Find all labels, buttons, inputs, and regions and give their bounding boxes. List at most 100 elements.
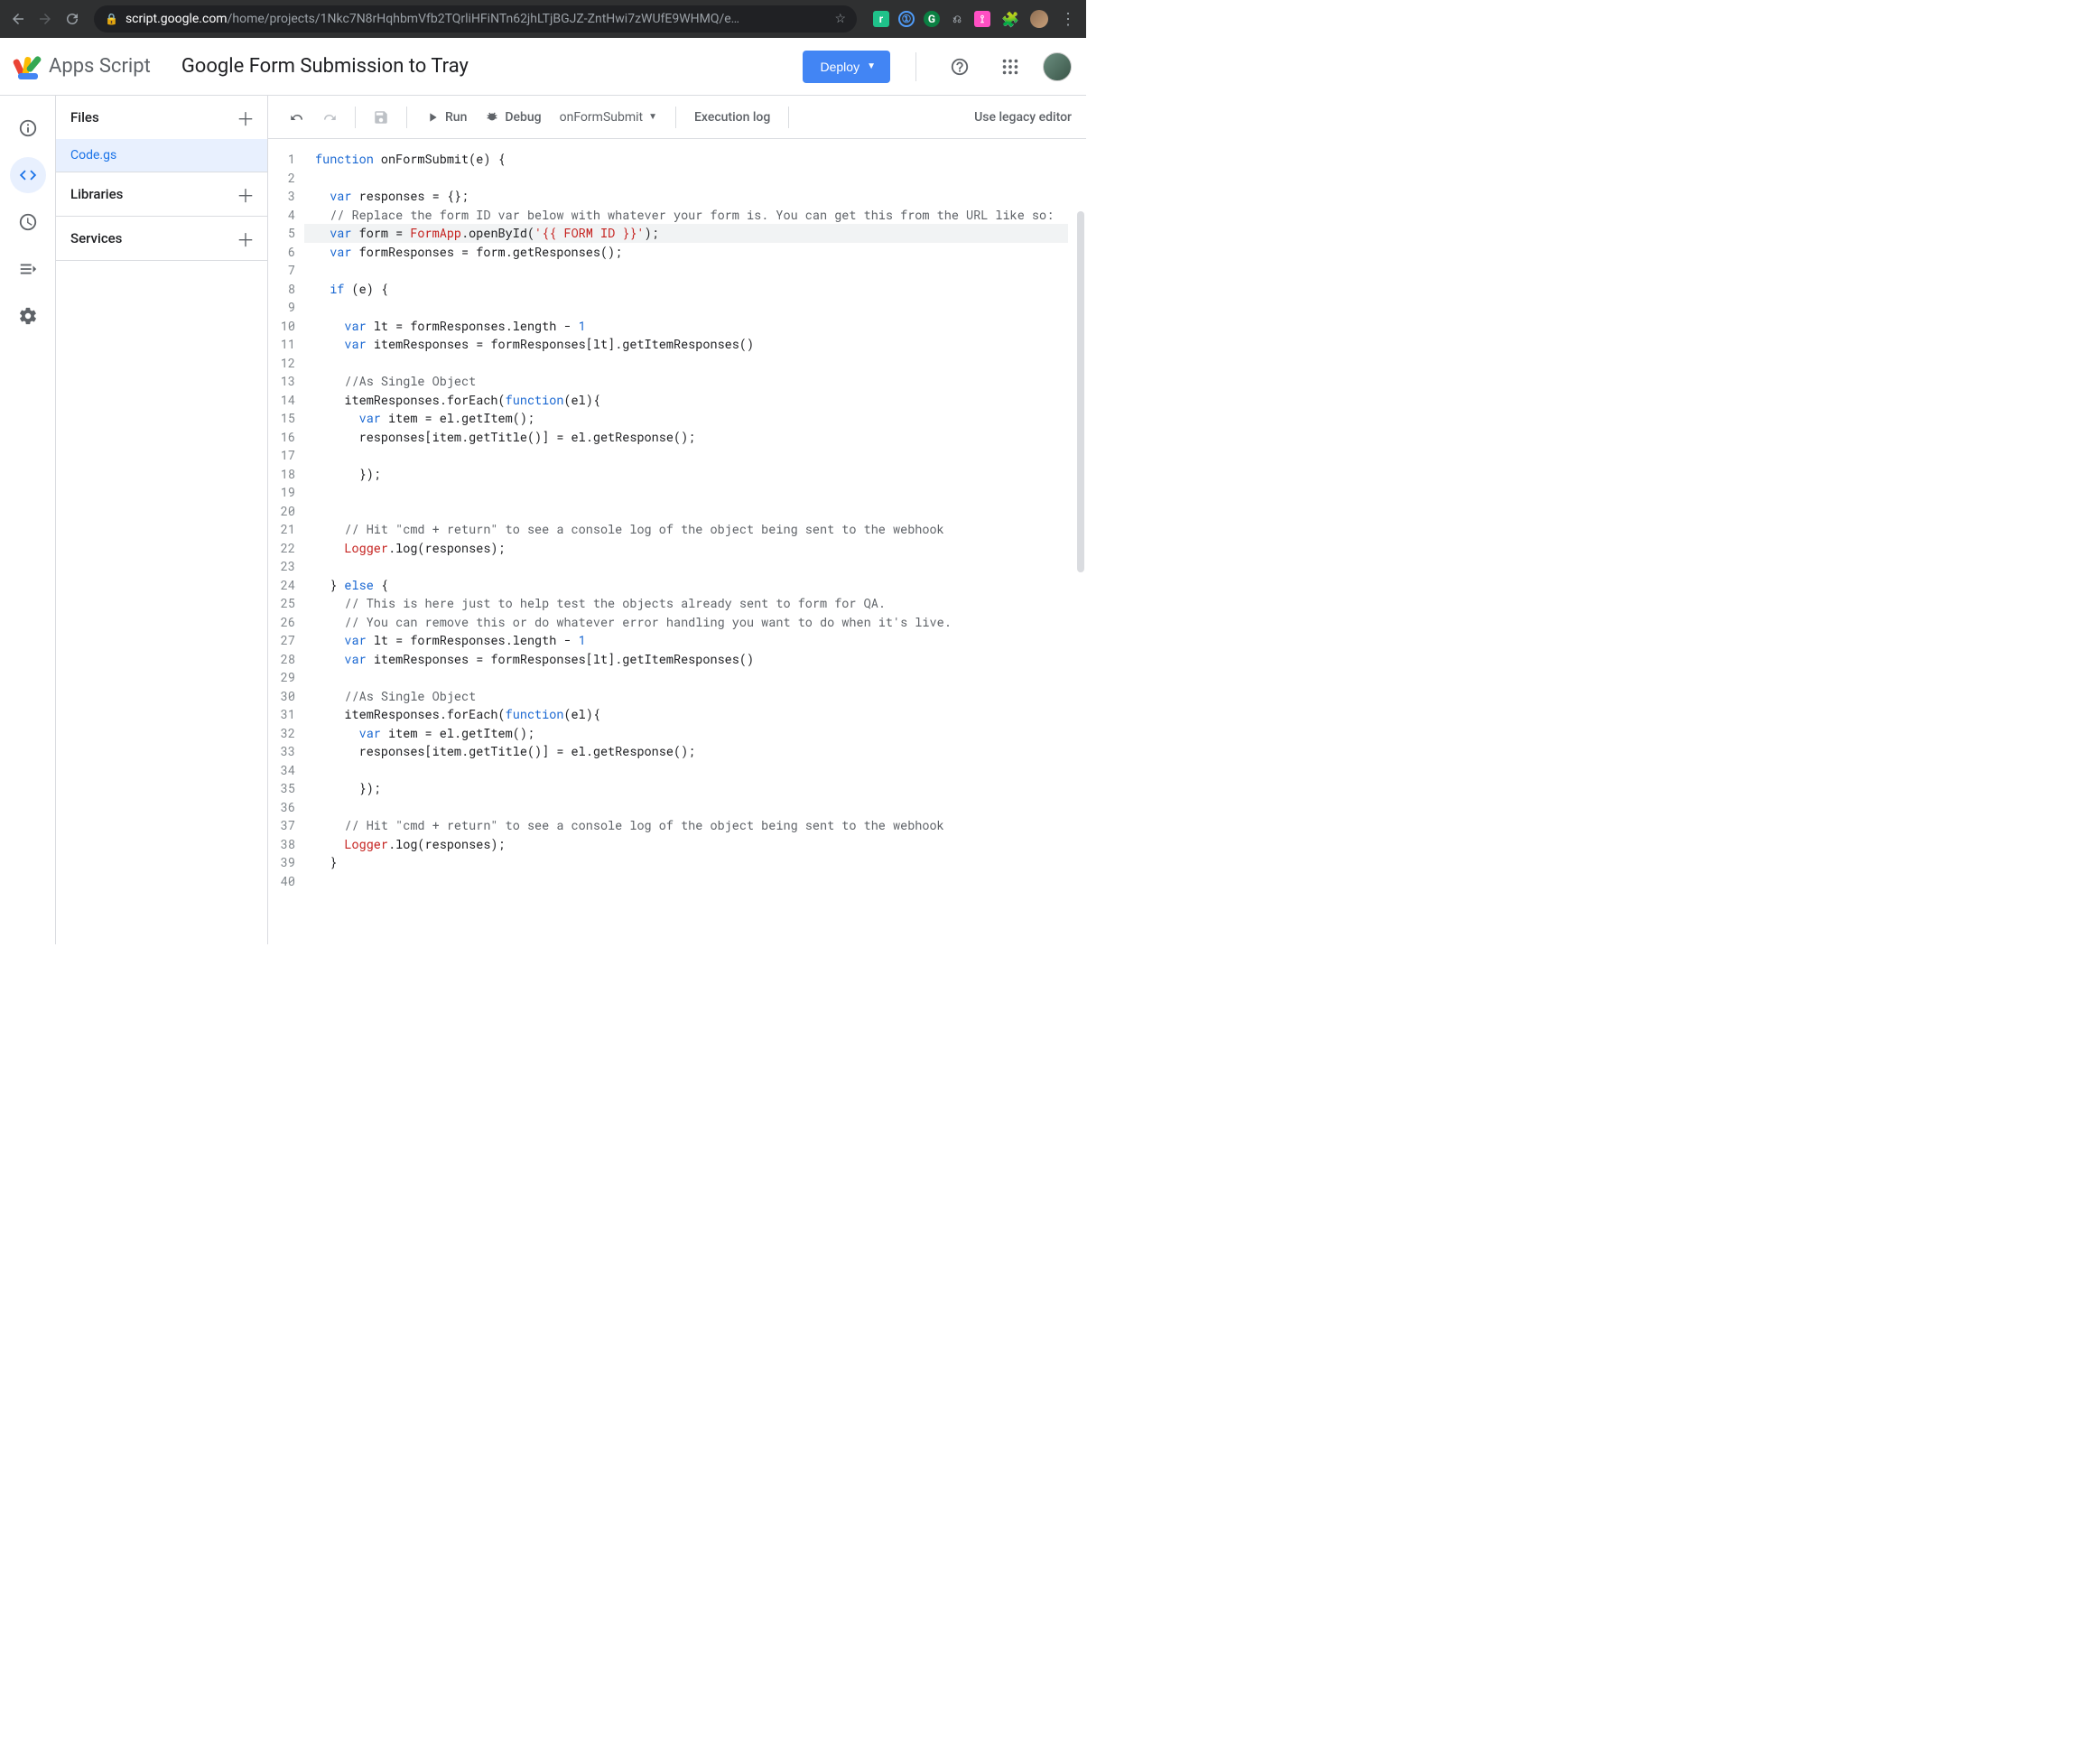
code-line[interactable]: var item = el.getItem(); xyxy=(304,409,1068,428)
url-path: /home/projects/1Nkc7N8rHqhbmVfb2TQrliHFi… xyxy=(228,12,739,26)
code-line[interactable] xyxy=(304,169,1068,188)
bug-icon xyxy=(485,110,499,125)
code-line[interactable]: //As Single Object xyxy=(304,687,1068,706)
code-line[interactable] xyxy=(304,557,1068,576)
libraries-label: Libraries xyxy=(70,186,123,202)
extensions-row: r ① G ⎌ ⟟ 🧩 ⋮ xyxy=(873,8,1079,30)
apps-grid-icon[interactable] xyxy=(992,49,1028,85)
run-button[interactable]: Run xyxy=(418,103,474,132)
code-line[interactable] xyxy=(304,872,1068,891)
project-title[interactable]: Google Form Submission to Tray xyxy=(181,55,469,78)
file-name: Code.gs xyxy=(70,148,116,163)
reload-icon[interactable] xyxy=(61,8,83,30)
ext-icon-1[interactable]: r xyxy=(873,11,889,27)
browser-chrome: 🔒 script.google.com/home/projects/1Nkc7N… xyxy=(0,0,1086,38)
code-line[interactable] xyxy=(304,761,1068,780)
code-line[interactable]: // This is here just to help test the ob… xyxy=(304,594,1068,613)
code-line[interactable]: var form = FormApp.openById('{{ FORM ID … xyxy=(304,224,1068,243)
save-icon xyxy=(367,103,395,132)
code-line[interactable]: itemResponses.forEach(function(el){ xyxy=(304,391,1068,410)
scrollbar[interactable] xyxy=(1077,211,1084,572)
rail-editor[interactable] xyxy=(10,157,46,193)
logo[interactable]: Apps Script xyxy=(14,53,151,80)
separator xyxy=(675,107,676,128)
product-name: Apps Script xyxy=(49,55,151,78)
extensions-icon[interactable]: 🧩 xyxy=(999,8,1021,30)
add-file-icon[interactable]: ＋ xyxy=(235,107,256,128)
help-icon[interactable] xyxy=(942,49,978,85)
code-line[interactable]: Logger.log(responses); xyxy=(304,835,1068,854)
account-avatar[interactable] xyxy=(1043,52,1072,81)
execution-log-button[interactable]: Execution log xyxy=(687,103,777,132)
code-line[interactable]: //As Single Object xyxy=(304,372,1068,391)
ext-icon-5[interactable]: ⟟ xyxy=(974,11,990,27)
code-line[interactable] xyxy=(304,261,1068,280)
code-line[interactable]: // Replace the form ID var below with wh… xyxy=(304,206,1068,225)
deploy-button[interactable]: Deploy ▼ xyxy=(803,51,891,83)
code-line[interactable]: var item = el.getItem(); xyxy=(304,724,1068,743)
function-selector[interactable]: onFormSubmit ▼ xyxy=(553,110,664,125)
code-line[interactable] xyxy=(304,668,1068,687)
file-item-code-gs[interactable]: Code.gs xyxy=(56,139,267,172)
code-body[interactable]: function onFormSubmit(e) { var responses… xyxy=(304,139,1068,944)
caret-down-icon: ▼ xyxy=(648,112,657,122)
code-editor[interactable]: 1234567891011121314151617181920212223242… xyxy=(268,139,1086,944)
rail-executions[interactable] xyxy=(10,251,46,287)
code-line[interactable]: function onFormSubmit(e) { xyxy=(304,150,1068,169)
libraries-header: Libraries ＋ xyxy=(56,172,267,216)
code-line[interactable]: var lt = formResponses.length - 1 xyxy=(304,317,1068,336)
ext-icon-4[interactable]: ⎌ xyxy=(949,11,965,27)
code-line[interactable] xyxy=(304,446,1068,465)
code-line[interactable]: // Hit "cmd + return" to see a console l… xyxy=(304,816,1068,835)
app-header: Apps Script Google Form Submission to Tr… xyxy=(0,38,1086,96)
undo-icon[interactable] xyxy=(283,103,311,132)
profile-avatar-small[interactable] xyxy=(1030,10,1048,28)
rail-overview[interactable] xyxy=(10,110,46,146)
code-line[interactable] xyxy=(304,354,1068,373)
code-line[interactable]: var itemResponses = formResponses[lt].ge… xyxy=(304,335,1068,354)
code-line[interactable]: itemResponses.forEach(function(el){ xyxy=(304,705,1068,724)
services-label: Services xyxy=(70,230,122,246)
legacy-editor-link[interactable]: Use legacy editor xyxy=(974,110,1072,125)
code-line[interactable]: }); xyxy=(304,465,1068,484)
sidebar: Files ＋ Code.gs Libraries ＋ Services ＋ xyxy=(56,96,268,944)
main-layout: Files ＋ Code.gs Libraries ＋ Services ＋ xyxy=(0,96,1086,944)
code-line[interactable] xyxy=(304,798,1068,817)
code-line[interactable]: } else { xyxy=(304,576,1068,595)
code-line[interactable]: // Hit "cmd + return" to see a console l… xyxy=(304,520,1068,539)
code-line[interactable]: var responses = {}; xyxy=(304,187,1068,206)
debug-label: Debug xyxy=(505,110,541,125)
redo-icon xyxy=(315,103,344,132)
rail-settings[interactable] xyxy=(10,298,46,334)
code-line[interactable]: var itemResponses = formResponses[lt].ge… xyxy=(304,650,1068,669)
code-line[interactable]: } xyxy=(304,853,1068,872)
code-line[interactable] xyxy=(304,298,1068,317)
code-line[interactable]: }); xyxy=(304,779,1068,798)
chrome-menu-icon[interactable]: ⋮ xyxy=(1057,8,1079,30)
code-line[interactable]: Logger.log(responses); xyxy=(304,539,1068,558)
debug-button[interactable]: Debug xyxy=(478,103,548,132)
forward-icon[interactable] xyxy=(34,8,56,30)
code-line[interactable] xyxy=(304,483,1068,502)
ext-icon-3[interactable]: G xyxy=(924,11,940,27)
code-line[interactable] xyxy=(304,502,1068,521)
play-icon xyxy=(425,110,440,125)
code-line[interactable]: responses[item.getTitle()] = el.getRespo… xyxy=(304,742,1068,761)
separator xyxy=(406,107,407,128)
code-line[interactable]: responses[item.getTitle()] = el.getRespo… xyxy=(304,428,1068,447)
nav-rail xyxy=(0,96,56,944)
services-header: Services ＋ xyxy=(56,217,267,260)
star-icon[interactable]: ☆ xyxy=(834,12,846,26)
ext-icon-2[interactable]: ① xyxy=(898,11,915,27)
code-line[interactable]: // You can remove this or do whatever er… xyxy=(304,613,1068,632)
caret-down-icon: ▼ xyxy=(867,61,876,71)
code-line[interactable]: if (e) { xyxy=(304,280,1068,299)
add-library-icon[interactable]: ＋ xyxy=(235,183,256,205)
url-bar[interactable]: 🔒 script.google.com/home/projects/1Nkc7N… xyxy=(94,5,857,33)
back-icon[interactable] xyxy=(7,8,29,30)
add-service-icon[interactable]: ＋ xyxy=(235,228,256,249)
rail-triggers[interactable] xyxy=(10,204,46,240)
code-line[interactable]: var lt = formResponses.length - 1 xyxy=(304,631,1068,650)
apps-script-logo-icon xyxy=(14,53,42,80)
code-line[interactable]: var formResponses = form.getResponses(); xyxy=(304,243,1068,262)
